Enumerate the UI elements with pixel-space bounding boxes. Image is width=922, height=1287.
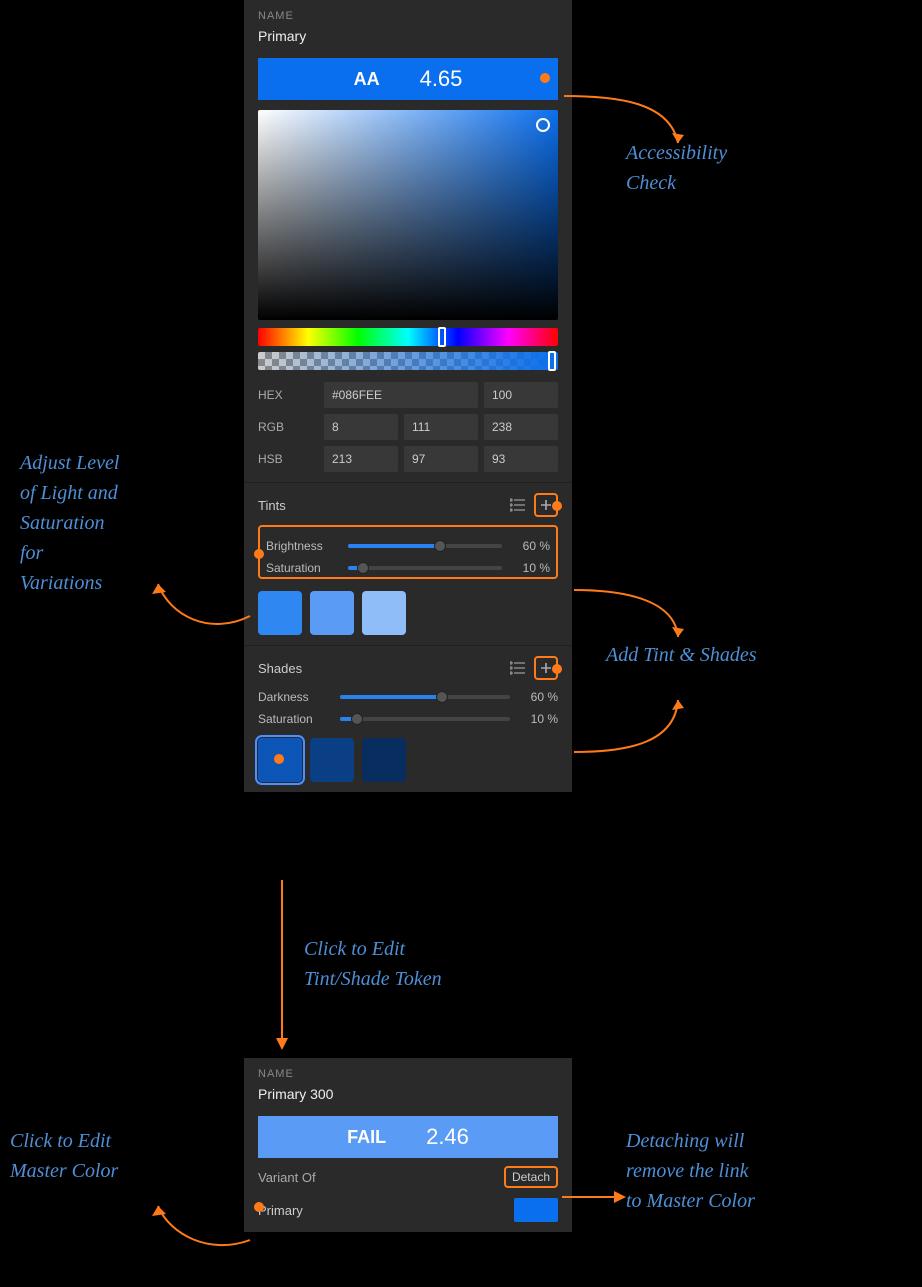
darkness-slider[interactable] [340,695,510,699]
annotation-click-token: Click to Edit Tint/Shade Token [304,934,442,994]
annotation-dot-icon [254,1202,264,1212]
rgb-g-input[interactable]: 111 [404,414,478,440]
hsb-v-input[interactable]: 93 [484,446,558,472]
alpha-slider[interactable] [258,352,558,370]
hue-slider[interactable] [258,328,558,346]
tint-swatches [258,591,558,635]
tint-saturation-slider[interactable] [348,566,502,570]
add-shade-button[interactable] [534,656,558,680]
hex-input[interactable]: #086FEE [324,382,478,408]
name-section: NAME Primary AA 4.65 HEX #086FEE 100 RGB… [244,0,572,483]
shade-saturation-thumb[interactable] [351,713,363,725]
shade-saturation-label: Saturation [258,712,332,726]
alpha-input[interactable]: 100 [484,382,558,408]
name-label: NAME [258,10,558,22]
variant-of-label: Variant Of [258,1170,316,1185]
shade-saturation-slider[interactable] [340,717,510,721]
shade-swatch[interactable] [362,738,406,782]
variant-name-label: NAME [258,1068,558,1080]
hex-label: HEX [258,388,318,402]
annotation-detach: Detaching will remove the link to Master… [626,1126,755,1216]
darkness-thumb[interactable] [436,691,448,703]
brightness-slider[interactable] [348,544,502,548]
arrow-icon [272,880,292,1055]
hsb-label: HSB [258,452,318,466]
shades-title: Shades [258,661,302,676]
annotation-dot-icon [254,549,264,559]
tint-saturation-value: 10 % [510,561,550,575]
variant-name-value[interactable]: Primary 300 [258,1086,558,1102]
color-values: HEX #086FEE 100 RGB 8 111 238 HSB 213 97… [258,382,558,472]
annotation-add: Add Tint & Shades [606,640,757,670]
hue-handle[interactable] [438,327,446,347]
tint-slider-group: Brightness 60 % Saturation 10 % [258,525,558,579]
hsb-s-input[interactable]: 97 [404,446,478,472]
annotation-dot-icon [540,73,550,83]
brightness-thumb[interactable] [434,540,446,552]
annotation-dot-icon [552,664,562,674]
tint-swatch[interactable] [258,591,302,635]
color-panel-variant: NAME Primary 300 FAIL 2.46 Variant Of De… [244,1058,572,1232]
brightness-value: 60 % [510,539,550,553]
tint-swatch[interactable] [362,591,406,635]
annotation-dot-icon [274,754,284,764]
a11y-score: 4.65 [420,66,463,92]
shade-swatch[interactable] [258,738,302,782]
detach-button[interactable]: Detach [504,1166,558,1188]
tint-swatch[interactable] [310,591,354,635]
master-color-link[interactable]: Primary [258,1203,303,1218]
list-icon[interactable] [510,498,526,512]
tint-saturation-thumb[interactable] [357,562,369,574]
rgb-b-input[interactable]: 238 [484,414,558,440]
name-value[interactable]: Primary [258,28,558,44]
color-panel-primary: NAME Primary AA 4.65 HEX #086FEE 100 RGB… [244,0,572,792]
annotation-click-master: Click to Edit Master Color [10,1126,118,1186]
add-tint-button[interactable] [534,493,558,517]
arrow-icon [570,692,690,782]
variant-a11y-rating: FAIL [347,1127,386,1148]
a11y-rating: AA [354,69,380,90]
rgb-r-input[interactable]: 8 [324,414,398,440]
list-icon[interactable] [510,661,526,675]
color-canvas[interactable] [258,110,558,320]
shade-saturation-value: 10 % [518,712,558,726]
shades-section: Shades Darkness 60 % Saturation [244,646,572,792]
shade-swatch[interactable] [310,738,354,782]
master-color-swatch[interactable] [514,1198,558,1222]
rgb-label: RGB [258,420,318,434]
annotation-accessibility: Accessibility Check [626,138,727,198]
darkness-value: 60 % [518,690,558,704]
shade-swatches [258,738,558,782]
annotation-adjust: Adjust Level of Light and Saturation for… [20,448,119,598]
accessibility-bar: AA 4.65 [258,58,558,100]
color-canvas-handle[interactable] [536,118,550,132]
variant-name-section: NAME Primary 300 FAIL 2.46 Variant Of De… [244,1058,572,1232]
tint-saturation-label: Saturation [266,561,340,575]
variant-a11y-score: 2.46 [426,1124,469,1150]
annotation-dot-icon [552,501,562,511]
tints-title: Tints [258,498,286,513]
hsb-h-input[interactable]: 213 [324,446,398,472]
brightness-label: Brightness [266,539,340,553]
alpha-handle[interactable] [548,351,556,371]
darkness-label: Darkness [258,690,332,704]
variant-accessibility-bar: FAIL 2.46 [258,1116,558,1158]
tints-section: Tints Brightness 60 % [244,483,572,646]
